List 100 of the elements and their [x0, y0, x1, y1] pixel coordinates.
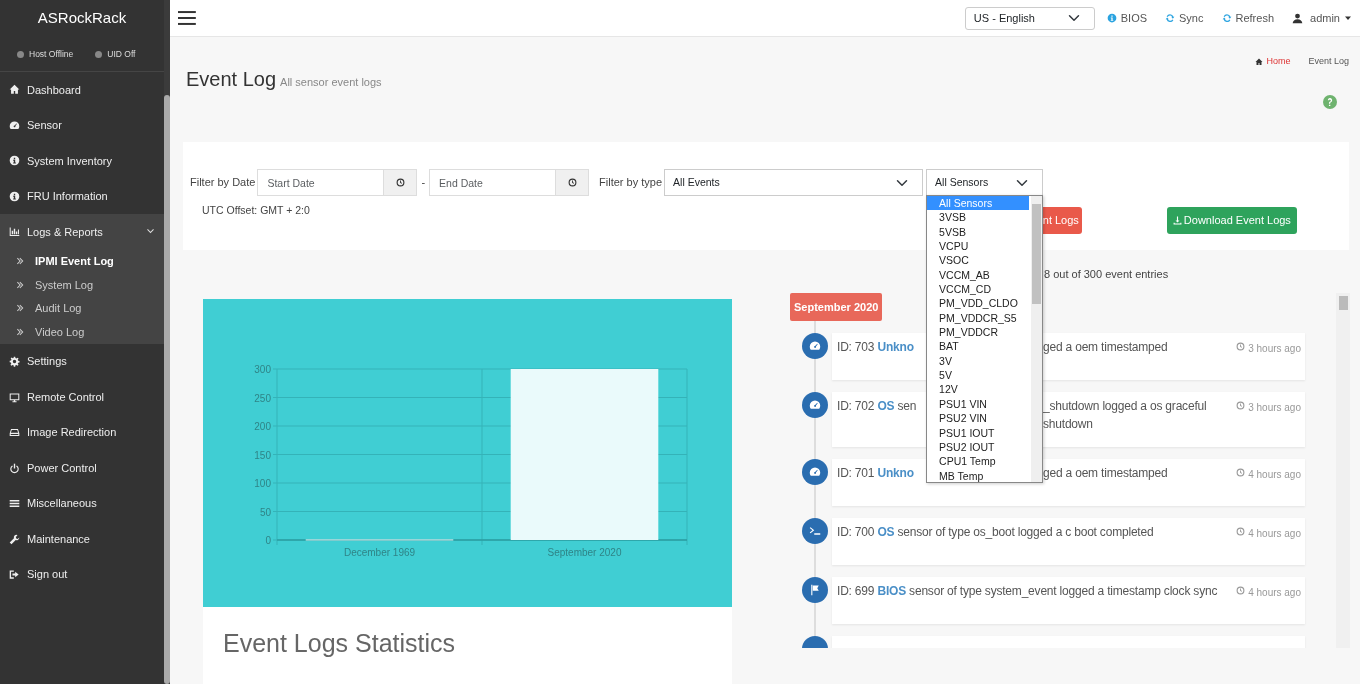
dropdown-option[interactable]: BAT — [927, 339, 1032, 354]
gauge-icon — [809, 466, 821, 478]
breadcrumb-link[interactable]: Home — [1266, 55, 1291, 69]
dropdown-option[interactable]: PM_VDDCR — [927, 325, 1032, 340]
dropdown-option[interactable]: CPU1 Temp — [927, 454, 1032, 469]
clock-button[interactable] — [556, 169, 590, 196]
timestamp: 4 hours ago — [1248, 586, 1301, 600]
gear-icon — [9, 356, 20, 368]
sidebar-item[interactable]: Settings — [0, 343, 164, 380]
monitor-icon — [9, 391, 20, 403]
sync-icon — [1165, 13, 1176, 23]
date-separator: - — [421, 175, 426, 191]
filter-label: Filter by Date — [190, 175, 256, 191]
tick-label: 300 — [254, 364, 271, 375]
flag-icon — [809, 584, 821, 596]
clock-icon — [395, 178, 405, 187]
clock-icon — [1236, 586, 1246, 595]
page-subtitle: All sensor event logs — [280, 76, 382, 88]
dropdown-option[interactable]: PSU2 IOUT — [927, 439, 1032, 455]
double-chevron-icon — [16, 328, 24, 337]
dropdown-option[interactable]: PSU2 VIN — [927, 411, 1032, 426]
dropdown-option[interactable]: PSU1 IOUT — [927, 425, 1032, 440]
header-link[interactable]: BIOS — [1106, 9, 1148, 27]
dropdown-option[interactable]: 3V — [927, 353, 1032, 369]
scrollbar[interactable] — [1336, 293, 1350, 648]
chart-title: Event Logs Statistics — [222, 628, 457, 659]
menu-icon[interactable] — [178, 11, 196, 25]
sidebar-item[interactable]: Maintenance — [0, 521, 164, 557]
event-text: ID: 701 Unkno — [837, 465, 915, 482]
end-date-field[interactable]: End Date — [429, 169, 557, 196]
event-text: ID: 699 BIOS sensor of type system_event logged a timestamp clock sync — [837, 583, 1219, 600]
type-select[interactable]: All Events — [664, 169, 924, 196]
clock-icon — [1236, 468, 1246, 477]
clock-button[interactable] — [384, 169, 418, 196]
event-text: ID: 700 OS sensor of type os_boot logged a c boot completed — [837, 524, 1155, 541]
status-label: UID Off — [107, 47, 136, 61]
info-icon — [1106, 13, 1117, 23]
language-select[interactable]: US - English — [964, 6, 1095, 30]
caret-icon — [1344, 14, 1352, 22]
sidebar-subitem[interactable]: Audit Log — [0, 296, 164, 321]
sidebar-item[interactable]: Power Control — [0, 450, 164, 486]
dropdown-option[interactable]: 5VSB — [927, 224, 1032, 240]
dropdown-option[interactable]: VCPU — [927, 239, 1032, 254]
breadcrumb-link[interactable]: Event Log — [1308, 55, 1349, 69]
scrollbar[interactable] — [164, 0, 170, 684]
clock-icon — [1236, 401, 1246, 410]
tick-label: 50 — [259, 506, 271, 518]
sidebar-item[interactable]: Remote Control — [0, 379, 164, 415]
dropdown-option[interactable]: VSOC — [927, 253, 1032, 268]
list-icon — [9, 498, 20, 510]
tick-label: 200 — [254, 421, 271, 432]
tick-label: 150 — [254, 449, 271, 461]
dropdown-option[interactable]: 3VSB — [927, 210, 1032, 225]
power-icon — [9, 462, 20, 474]
event-text: ged a oem timestamped — [1043, 339, 1169, 356]
sidebar-item[interactable]: FRU Information — [0, 178, 164, 214]
dropdown-option[interactable]: MB Temp — [927, 468, 1032, 483]
sidebar-item[interactable]: System Inventory — [0, 143, 164, 179]
gauge-icon — [809, 399, 821, 411]
double-chevron-icon — [16, 304, 24, 313]
sidebar-item[interactable]: Miscellaneous — [0, 485, 164, 522]
tick-label: 250 — [254, 392, 271, 404]
filter-label: Filter by type — [599, 175, 663, 191]
dropdown-option[interactable]: PSU1 VIN — [927, 396, 1032, 412]
gauge-icon — [809, 340, 821, 352]
wrench-icon — [9, 533, 20, 545]
sidebar-item[interactable]: Image Redirection — [0, 414, 164, 451]
sidebar-subitem[interactable]: IPMI Event Log — [0, 249, 164, 274]
sidebar-item[interactable]: Dashboard — [0, 72, 164, 108]
header-link[interactable]: Refresh — [1221, 9, 1275, 27]
sidebar-subitem[interactable]: Video Log — [0, 320, 164, 344]
timestamp: 3 hours ago — [1248, 342, 1301, 356]
dropdown-option[interactable]: 5V — [927, 368, 1032, 383]
dropdown-option[interactable]: PM_VDD_CLDO — [927, 296, 1032, 311]
bar-chart-icon — [9, 226, 20, 238]
double-chevron-icon — [16, 280, 24, 289]
sensor-link[interactable]: OS — [877, 399, 895, 413]
scrollbar[interactable] — [1031, 196, 1043, 482]
clock-icon — [567, 178, 577, 187]
brand-logo[interactable]: ASRockRack — [0, 0, 164, 37]
dropdown-option[interactable]: VCCM_CD — [927, 282, 1032, 297]
dropdown-option[interactable]: 12V — [927, 382, 1032, 397]
entries-info: 8 out of 300 event entries — [1044, 267, 1170, 280]
sidebar-item[interactable]: Sensor — [0, 107, 164, 143]
page-title: Event Log — [186, 68, 277, 90]
sensor-select[interactable]: All Sensors — [926, 169, 1044, 196]
header-link[interactable]: Sync — [1165, 9, 1204, 27]
sidebar-subitem[interactable]: System Log — [0, 273, 164, 297]
start-date-field[interactable]: Start Date — [257, 169, 385, 196]
dropdown-option[interactable]: PM_VDDCR_S5 — [927, 310, 1032, 326]
clock-icon — [1236, 342, 1246, 351]
sidebar-item[interactable]: Logs & Reports — [0, 214, 164, 250]
event-text: _shutdown logged a os graceful shutdown — [1043, 398, 1208, 433]
sidebar-item[interactable]: Sign out — [0, 556, 164, 593]
user-menu[interactable]: admin — [1292, 9, 1352, 27]
dropdown-option[interactable]: VCCM_AB — [927, 267, 1032, 283]
sensor-link[interactable]: OS — [877, 525, 895, 539]
terminal-icon — [809, 525, 821, 537]
info-icon — [9, 190, 20, 202]
refresh-icon — [1221, 13, 1232, 23]
